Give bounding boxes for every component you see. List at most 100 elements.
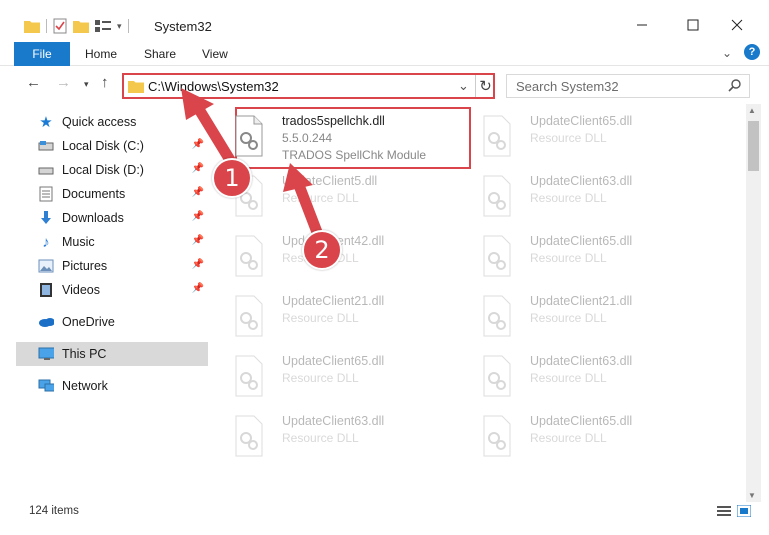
- sidebar-item-label: Videos: [62, 283, 100, 297]
- minimize-icon: [637, 24, 647, 26]
- pin-icon[interactable]: 📌: [192, 163, 204, 174]
- file-item[interactable]: UpdateClient65.dll Resource DLL: [460, 408, 690, 464]
- search-input[interactable]: Search System32: [506, 74, 750, 98]
- back-arrow-icon[interactable]: ←: [26, 74, 41, 91]
- pin-icon[interactable]: 📌: [192, 235, 204, 246]
- recent-locations-chevron-icon[interactable]: ▾: [84, 79, 89, 90]
- star-icon: ★: [39, 114, 53, 131]
- sidebar-item-label: Pictures: [62, 259, 108, 273]
- customize-toolbar-chevron-icon[interactable]: ▾: [117, 21, 122, 32]
- downloads-icon: [38, 210, 54, 226]
- help-button[interactable]: ?: [744, 44, 760, 60]
- drive-icon: [38, 162, 54, 178]
- network-icon: [38, 378, 54, 394]
- file-item[interactable]: UpdateClient63.dll Resource DLL: [460, 168, 690, 224]
- file-item[interactable]: UpdateClient63.dll Resource DLL: [212, 408, 442, 464]
- videos-icon: [38, 282, 54, 298]
- dll-file-icon: [235, 295, 263, 337]
- file-name: UpdateClient63.dll: [282, 414, 385, 428]
- sidebar-item-label: OneDrive: [62, 315, 115, 329]
- file-item[interactable]: UpdateClient65.dll Resource DLL: [212, 348, 442, 404]
- up-arrow-icon[interactable]: ↑: [101, 74, 109, 91]
- sidebar-item-local-disk-d[interactable]: Local Disk (D:) 📌: [16, 158, 208, 182]
- scrollbar-thumb[interactable]: [748, 121, 759, 171]
- file-version: 5.5.0.244: [282, 131, 333, 145]
- step-badge-1: 1: [212, 158, 252, 198]
- file-item[interactable]: UpdateClient21.dll Resource DLL: [212, 288, 442, 344]
- address-bar[interactable]: C:\Windows\System32 ⌄ ↻: [122, 73, 495, 99]
- vertical-scrollbar[interactable]: ▲ ▼: [746, 104, 761, 502]
- file-name: UpdateClient63.dll: [530, 354, 633, 368]
- file-item[interactable]: UpdateClient65.dll Resource DLL: [460, 108, 690, 164]
- view-buttons: [717, 505, 751, 517]
- new-folder-icon[interactable]: [73, 19, 89, 33]
- dll-file-icon: [483, 235, 511, 277]
- properties-icon[interactable]: [53, 18, 67, 34]
- file-name: UpdateClient65.dll: [530, 234, 633, 248]
- file-item[interactable]: UpdateClient65.dll Resource DLL: [460, 228, 690, 284]
- minimize-button[interactable]: [627, 14, 657, 36]
- sidebar-item-network[interactable]: Network: [16, 374, 208, 398]
- sidebar-item-downloads[interactable]: Downloads 📌: [16, 206, 208, 230]
- sidebar-item-documents[interactable]: Documents 📌: [16, 182, 208, 206]
- sidebar-item-label: Documents: [62, 187, 126, 201]
- scroll-up-icon[interactable]: ▲: [748, 106, 756, 115]
- pin-icon[interactable]: 📌: [192, 259, 204, 270]
- file-name: UpdateClient21.dll: [530, 294, 633, 308]
- sidebar-item-videos[interactable]: Videos 📌: [16, 278, 208, 302]
- dll-file-icon: [483, 175, 511, 217]
- window-title: System32: [154, 19, 212, 34]
- file-type: Resource DLL: [282, 191, 359, 205]
- pin-icon[interactable]: 📌: [192, 283, 204, 294]
- dll-file-icon: [483, 415, 511, 457]
- address-path[interactable]: C:\Windows\System32: [148, 79, 279, 94]
- navigation-bar: ← → ▾ ↑ C:\Windows\System32 ⌄ ↻ Search S…: [0, 66, 769, 102]
- tab-file[interactable]: File: [14, 42, 70, 66]
- file-name: trados5spellchk.dll: [282, 114, 385, 128]
- ribbon-expand-icon[interactable]: ⌄: [722, 46, 732, 60]
- file-list: trados5spellchk.dll 5.5.0.244 TRADOS Spe…: [212, 104, 746, 502]
- sidebar-item-label: Quick access: [62, 115, 137, 129]
- dll-file-icon: [483, 295, 511, 337]
- quick-access-toolbar: ▾: [24, 18, 129, 34]
- sidebar-item-music[interactable]: ♪ Music 📌: [16, 230, 208, 254]
- pin-icon[interactable]: 📌: [192, 211, 204, 222]
- sidebar-item-this-pc[interactable]: This PC: [16, 342, 208, 366]
- file-type: Resource DLL: [530, 191, 607, 205]
- tab-view[interactable]: View: [202, 47, 228, 61]
- file-type: Resource DLL: [282, 311, 359, 325]
- refresh-icon[interactable]: ↻: [475, 75, 495, 97]
- file-item[interactable]: UpdateClient63.dll Resource DLL: [460, 348, 690, 404]
- search-icon[interactable]: [727, 78, 743, 94]
- dll-file-icon: [235, 235, 263, 277]
- file-item-trados5spellchk[interactable]: trados5spellchk.dll 5.5.0.244 TRADOS Spe…: [212, 108, 442, 164]
- scroll-down-icon[interactable]: ▼: [748, 491, 756, 500]
- sidebar-item-pictures[interactable]: Pictures 📌: [16, 254, 208, 278]
- file-item[interactable]: UpdateClient21.dll Resource DLL: [460, 288, 690, 344]
- search-placeholder: Search System32: [516, 79, 619, 94]
- details-view-icon[interactable]: [717, 505, 731, 517]
- maximize-icon: [687, 19, 699, 31]
- close-button[interactable]: [722, 14, 752, 36]
- pc-icon: [38, 346, 54, 362]
- folder-icon[interactable]: [24, 19, 40, 33]
- maximize-button[interactable]: [678, 14, 708, 36]
- forward-arrow-icon[interactable]: →: [56, 74, 71, 91]
- sidebar-item-label: Local Disk (C:): [62, 139, 144, 153]
- tab-share[interactable]: Share: [144, 47, 176, 61]
- rename-icon[interactable]: [95, 19, 111, 33]
- file-name: UpdateClient5.dll: [282, 174, 378, 188]
- file-type: Resource DLL: [530, 431, 607, 445]
- pin-icon[interactable]: 📌: [192, 187, 204, 198]
- sidebar-item-local-disk-c[interactable]: Local Disk (C:) 📌: [16, 134, 208, 158]
- pin-icon[interactable]: 📌: [192, 139, 204, 150]
- file-name: UpdateClient65.dll: [530, 114, 633, 128]
- sidebar-item-quick-access[interactable]: ★ Quick access: [16, 110, 208, 134]
- sidebar-item-onedrive[interactable]: OneDrive: [16, 310, 208, 334]
- large-icons-view-icon[interactable]: [737, 505, 751, 517]
- address-dropdown-chevron-icon[interactable]: ⌄: [458, 78, 469, 94]
- tab-home[interactable]: Home: [85, 47, 117, 61]
- file-type: Resource DLL: [530, 131, 607, 145]
- sidebar-item-label: Local Disk (D:): [62, 163, 144, 177]
- file-type: Resource DLL: [530, 311, 607, 325]
